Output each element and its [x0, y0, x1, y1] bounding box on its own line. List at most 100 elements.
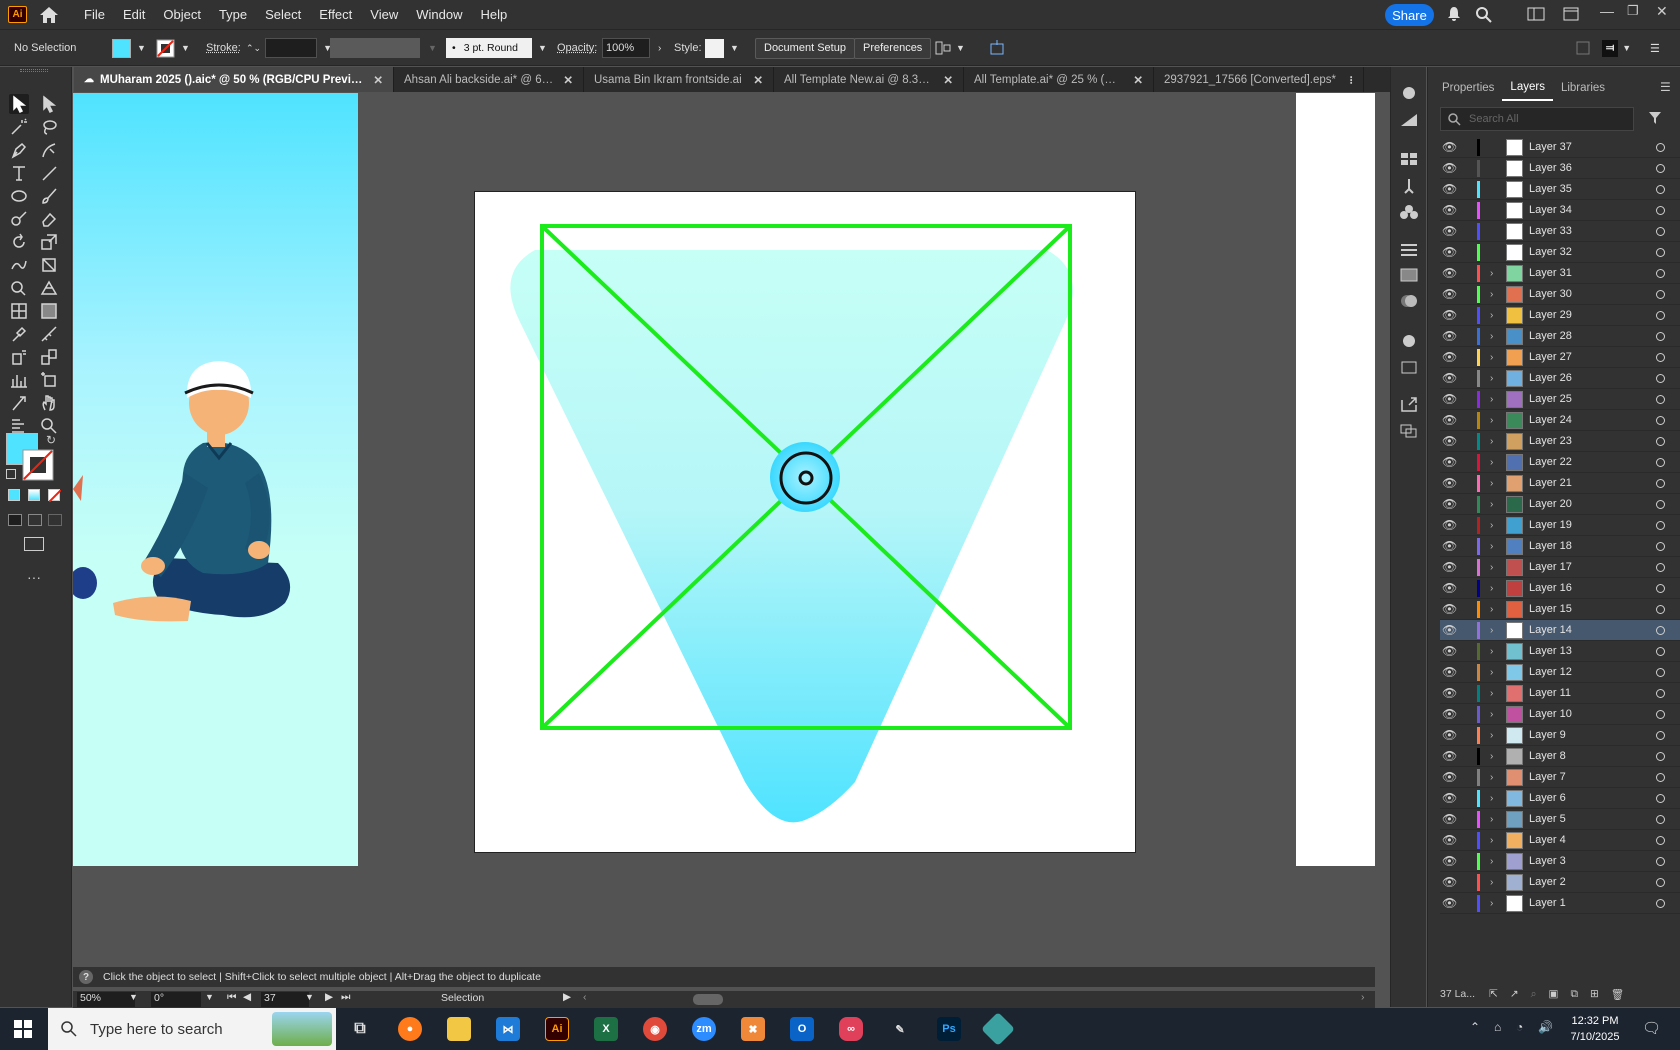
visibility-eye-icon[interactable]: 👁 [1442, 770, 1456, 784]
menu-file[interactable]: File [75, 7, 114, 22]
paintbrush-tool-icon[interactable] [39, 186, 59, 206]
artboard-field[interactable]: 37 [261, 992, 309, 1007]
visibility-eye-icon[interactable]: 👁 [1442, 350, 1456, 364]
layer-name[interactable]: Layer 4 [1529, 834, 1629, 846]
layer-name[interactable]: Layer 30 [1529, 288, 1629, 300]
status-menu-icon[interactable]: ▶ [563, 991, 571, 1003]
layer-row[interactable]: 👁 Layer 33 [1440, 221, 1680, 242]
layer-name[interactable]: Layer 23 [1529, 435, 1629, 447]
menu-edit[interactable]: Edit [114, 7, 154, 22]
stroke-label[interactable]: Stroke: [206, 38, 241, 58]
stroke-panel-icon[interactable] [1399, 243, 1419, 257]
layer-row[interactable]: 👁 Layer 32 [1440, 242, 1680, 263]
target-circle-icon[interactable] [1656, 563, 1665, 572]
close-button[interactable]: ✕ [1656, 3, 1668, 20]
expand-chevron-icon[interactable]: › [1490, 499, 1500, 510]
target-circle-icon[interactable] [1656, 395, 1665, 404]
target-circle-icon[interactable] [1656, 668, 1665, 677]
expand-chevron-icon[interactable]: › [1490, 625, 1500, 636]
document-setup-button[interactable]: Document Setup [755, 38, 855, 58]
eraser-tool-icon[interactable] [39, 209, 59, 229]
brush-definition[interactable]: • 3 pt. Round ▼ [446, 38, 547, 58]
expand-chevron-icon[interactable]: › [1490, 310, 1500, 321]
expand-chevron-icon[interactable]: › [1490, 793, 1500, 804]
visibility-eye-icon[interactable]: 👁 [1442, 581, 1456, 595]
layer-row[interactable]: 👁 › Layer 6 [1440, 788, 1680, 809]
layer-name[interactable]: Layer 25 [1529, 393, 1629, 405]
rotate-tool-icon[interactable] [9, 232, 29, 252]
filter-icon[interactable] [1648, 111, 1662, 125]
artboard-dropdown-icon[interactable]: ▼ [305, 992, 314, 1002]
firefox-icon[interactable]: ● [398, 1017, 422, 1041]
hamburger-menu-icon[interactable]: ☰ [1650, 38, 1660, 58]
canvas-area[interactable] [73, 93, 1375, 967]
gradient-mode-icon[interactable] [28, 489, 40, 501]
expand-chevron-icon[interactable]: › [1490, 394, 1500, 405]
visibility-eye-icon[interactable]: 👁 [1442, 245, 1456, 259]
visibility-eye-icon[interactable]: 👁 [1442, 896, 1456, 910]
target-circle-icon[interactable] [1656, 311, 1665, 320]
fill-swatch[interactable]: ▼ [112, 38, 146, 58]
layer-name[interactable]: Layer 5 [1529, 813, 1629, 825]
visibility-eye-icon[interactable]: 👁 [1442, 329, 1456, 343]
edit-toolbar-icon[interactable]: ··· [27, 569, 41, 585]
opacity-label[interactable]: Opacity: [557, 38, 597, 58]
task-view-icon[interactable]: ⧉ [348, 1017, 372, 1041]
perspective-grid-tool-icon[interactable] [39, 278, 59, 298]
app-icon[interactable] [981, 1012, 1015, 1046]
target-circle-icon[interactable] [1656, 185, 1665, 194]
first-artboard-icon[interactable]: ⏮ [227, 991, 236, 1004]
visibility-eye-icon[interactable]: 👁 [1442, 266, 1456, 280]
gradient-tool-icon[interactable] [39, 301, 59, 321]
layer-name[interactable]: Layer 14 [1529, 624, 1629, 636]
layer-name[interactable]: Layer 8 [1529, 750, 1629, 762]
blend-tool-icon[interactable] [39, 347, 59, 367]
artboards-panel-icon[interactable] [1399, 423, 1419, 439]
visibility-eye-icon[interactable]: 👁 [1442, 371, 1456, 385]
layer-name[interactable]: Layer 31 [1529, 267, 1629, 279]
target-circle-icon[interactable] [1656, 857, 1665, 866]
visibility-eye-icon[interactable]: 👁 [1442, 728, 1456, 742]
target-circle-icon[interactable] [1656, 752, 1665, 761]
layer-row[interactable]: 👁 › Layer 12 [1440, 662, 1680, 683]
rotation-dropdown-icon[interactable]: ▼ [205, 992, 214, 1002]
previous-artboard-icon[interactable]: ◀ [243, 991, 251, 1003]
layer-name[interactable]: Layer 24 [1529, 414, 1629, 426]
expand-chevron-icon[interactable]: › [1490, 646, 1500, 657]
panel-grip[interactable] [20, 69, 48, 72]
visibility-eye-icon[interactable]: 👁 [1442, 812, 1456, 826]
expand-chevron-icon[interactable]: › [1490, 772, 1500, 783]
layer-row[interactable]: 👁 › Layer 29 [1440, 305, 1680, 326]
taskbar-clock[interactable]: 12:32 PM 7/10/2025 [1560, 1013, 1630, 1045]
target-circle-icon[interactable] [1656, 458, 1665, 467]
expand-chevron-icon[interactable]: › [1490, 709, 1500, 720]
layer-name[interactable]: Layer 3 [1529, 855, 1629, 867]
curvature-tool-icon[interactable] [39, 140, 59, 160]
visibility-eye-icon[interactable]: 👁 [1442, 665, 1456, 679]
target-circle-icon[interactable] [1656, 227, 1665, 236]
layer-row[interactable]: 👁 › Layer 17 [1440, 557, 1680, 578]
target-circle-icon[interactable] [1656, 206, 1665, 215]
layer-row[interactable]: 👁 › Layer 13 [1440, 641, 1680, 662]
layer-row[interactable]: 👁 › Layer 27 [1440, 347, 1680, 368]
visibility-eye-icon[interactable]: 👁 [1442, 686, 1456, 700]
layer-name[interactable]: Layer 7 [1529, 771, 1629, 783]
expand-chevron-icon[interactable]: › [1490, 289, 1500, 300]
target-circle-icon[interactable] [1656, 269, 1665, 278]
layer-name[interactable]: Layer 29 [1529, 309, 1629, 321]
tab-document-3[interactable]: Usama Bin Ikram frontside.ai ✕ [584, 67, 774, 92]
layer-row[interactable]: 👁 › Layer 22 [1440, 452, 1680, 473]
free-transform-tool-icon[interactable] [39, 255, 59, 275]
visibility-eye-icon[interactable]: 👁 [1442, 455, 1456, 469]
visibility-eye-icon[interactable]: 👁 [1442, 854, 1456, 868]
expand-chevron-icon[interactable]: › [1490, 730, 1500, 741]
layer-row[interactable]: 👁 › Layer 5 [1440, 809, 1680, 830]
layer-name[interactable]: Layer 28 [1529, 330, 1629, 342]
variable-width-profile[interactable]: ▼ [330, 38, 437, 58]
expand-chevron-icon[interactable]: › [1490, 667, 1500, 678]
layer-row[interactable]: 👁 › Layer 26 [1440, 368, 1680, 389]
align-options-icon[interactable]: ▼ [934, 38, 965, 58]
column-graph-tool-icon[interactable] [9, 370, 29, 390]
visibility-eye-icon[interactable]: 👁 [1442, 644, 1456, 658]
target-circle-icon[interactable] [1656, 437, 1665, 446]
